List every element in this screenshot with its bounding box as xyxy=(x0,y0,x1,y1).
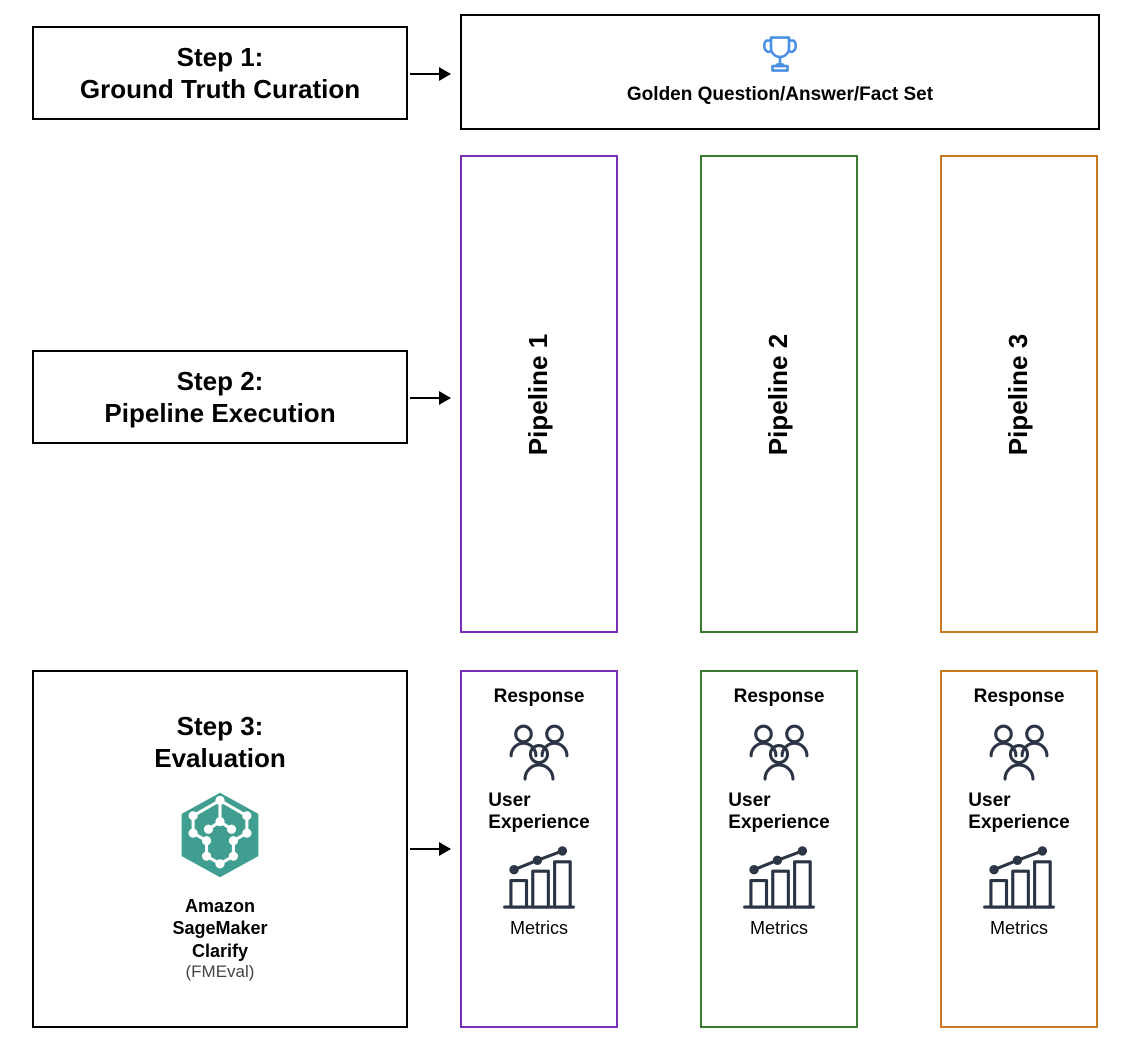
metrics-icon xyxy=(980,846,1058,912)
eval-col-1: Response User Experience Metrics xyxy=(460,670,618,1028)
step3-tool-line1: Amazon SageMaker Clarify xyxy=(172,895,267,963)
golden-output-label: Golden Question/Answer/Fact Set xyxy=(462,84,1098,106)
eval3-metrics-label: Metrics xyxy=(990,918,1048,939)
pipeline2-box: Pipeline 2 xyxy=(700,155,858,633)
arrow-step3 xyxy=(410,848,450,850)
trophy-icon xyxy=(756,30,804,78)
arrow-step2 xyxy=(410,397,450,399)
step3-tool-line2: (FMEval) xyxy=(186,962,255,982)
eval1-ux-label: User Experience xyxy=(488,790,589,834)
pipeline2-label: Pipeline 2 xyxy=(763,333,794,454)
pipeline3-label: Pipeline 3 xyxy=(1003,333,1034,454)
step2-subtitle: Pipeline Execution xyxy=(104,397,335,430)
eval3-response-label: Response xyxy=(974,686,1065,708)
eval-col-3: Response User Experience Metrics xyxy=(940,670,1098,1028)
eval-col-2: Response User Experience Metrics xyxy=(700,670,858,1028)
golden-output-box: Golden Question/Answer/Fact Set xyxy=(460,14,1100,130)
users-icon xyxy=(980,720,1058,782)
step3-box: Step 3: Evaluation Amazon SageMaker Clar… xyxy=(32,670,408,1028)
step1-title: Step 1: xyxy=(177,41,264,74)
metrics-icon xyxy=(740,846,818,912)
step2-title: Step 2: xyxy=(177,365,264,398)
eval2-metrics-label: Metrics xyxy=(750,918,808,939)
eval3-ux-label: User Experience xyxy=(968,790,1069,834)
sagemaker-clarify-icon xyxy=(172,787,268,883)
eval2-ux-label: User Experience xyxy=(728,790,829,834)
step1-subtitle: Ground Truth Curation xyxy=(80,73,360,106)
step1-box: Step 1: Ground Truth Curation xyxy=(32,26,408,120)
step3-title: Step 3: xyxy=(177,710,264,743)
eval1-metrics-label: Metrics xyxy=(510,918,568,939)
arrow-step1 xyxy=(410,73,450,75)
pipeline1-box: Pipeline 1 xyxy=(460,155,618,633)
pipeline1-label: Pipeline 1 xyxy=(523,333,554,454)
users-icon xyxy=(740,720,818,782)
pipeline3-box: Pipeline 3 xyxy=(940,155,1098,633)
metrics-icon xyxy=(500,846,578,912)
eval2-response-label: Response xyxy=(734,686,825,708)
eval1-response-label: Response xyxy=(494,686,585,708)
step3-subtitle: Evaluation xyxy=(154,742,285,775)
step2-box: Step 2: Pipeline Execution xyxy=(32,350,408,444)
users-icon xyxy=(500,720,578,782)
